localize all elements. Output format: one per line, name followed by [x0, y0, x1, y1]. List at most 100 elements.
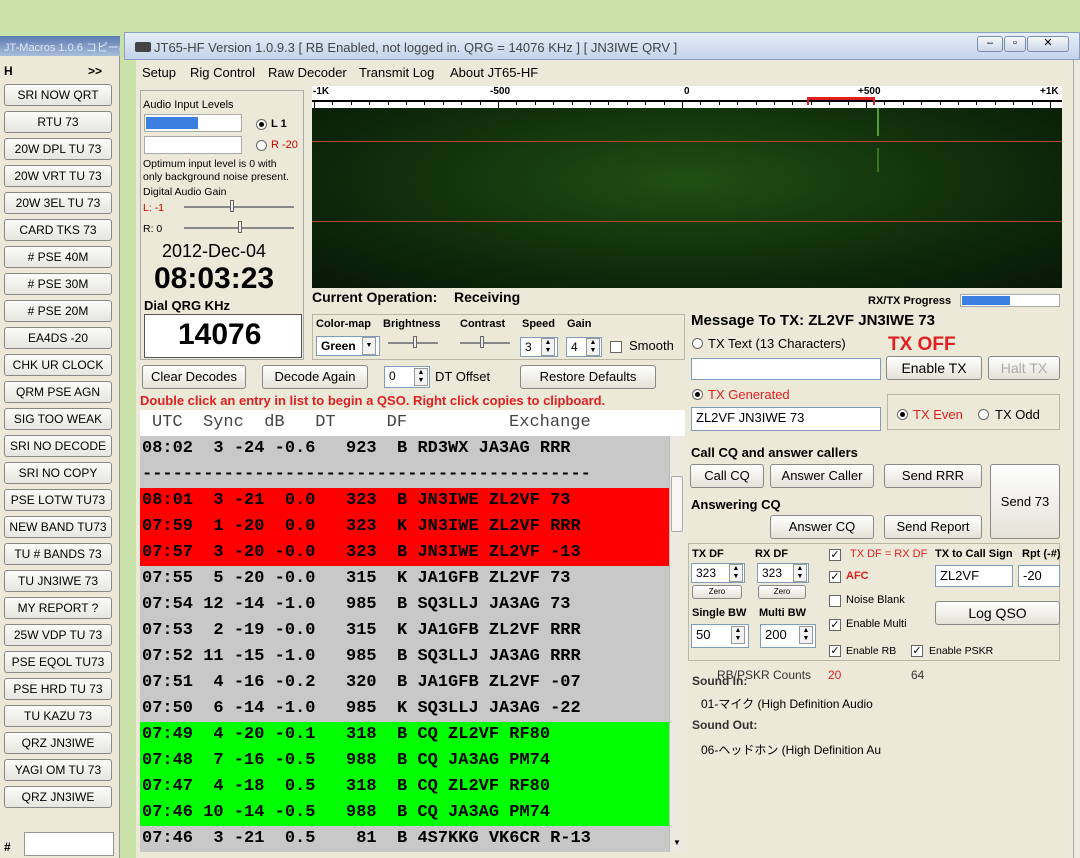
- decode-row[interactable]: ----------------------------------------…: [140, 462, 669, 488]
- macro-expand-button[interactable]: >>: [88, 64, 102, 78]
- rpt-input[interactable]: -20: [1018, 565, 1060, 587]
- smooth-checkbox[interactable]: [610, 341, 622, 353]
- answer-cq-button[interactable]: Answer CQ: [770, 515, 874, 539]
- noise-blank-checkbox[interactable]: [829, 595, 841, 607]
- decode-row[interactable]: 07:51 4 -16 -0.2 320 B JA1GFB ZL2VF -07: [140, 670, 669, 696]
- multi-bw-spinner[interactable]: ▲ ▼: [799, 626, 813, 644]
- macro-button[interactable]: 20W DPL TU 73: [4, 138, 112, 160]
- decode-row[interactable]: 07:46 3 -21 0.5 81 B 4S7KKG VK6CR R-13: [140, 826, 669, 852]
- macro-button[interactable]: SIG TOO WEAK: [4, 408, 112, 430]
- tx-text-radio[interactable]: [692, 338, 703, 349]
- macro-button[interactable]: QRM PSE AGN: [4, 381, 112, 403]
- minimize-button[interactable]: ‒: [977, 36, 1003, 52]
- decode-row[interactable]: 07:50 6 -14 -1.0 985 K SQ3LLJ JA3AG -22: [140, 696, 669, 722]
- contrast-slider[interactable]: [480, 336, 484, 348]
- dt-offset-spinner[interactable]: ▲ ▼: [414, 368, 428, 386]
- macro-button[interactable]: SRI NOW QRT: [4, 84, 112, 106]
- menu-about[interactable]: About JT65-HF: [450, 65, 538, 80]
- send-report-button[interactable]: Send Report: [884, 515, 982, 539]
- decode-row[interactable]: 07:46 10 -14 -0.5 988 B CQ JA3AG PM74: [140, 800, 669, 826]
- decode-row[interactable]: 07:47 4 -18 0.5 318 B CQ ZL2VF RF80: [140, 774, 669, 800]
- macro-button[interactable]: QRZ JN3IWE: [4, 786, 112, 808]
- macro-button[interactable]: PSE HRD TU 73: [4, 678, 112, 700]
- chevron-down-icon[interactable]: ▼: [362, 337, 376, 355]
- tx-df-zero-button[interactable]: Zero: [692, 585, 742, 599]
- decode-row[interactable]: 07:54 12 -14 -1.0 985 B SQ3LLJ JA3AG 73: [140, 592, 669, 618]
- answer-caller-button[interactable]: Answer Caller: [770, 464, 874, 488]
- macro-button[interactable]: NEW BAND TU73: [4, 516, 112, 538]
- call-sign-input[interactable]: ZL2VF: [935, 565, 1013, 587]
- call-cq-button[interactable]: Call CQ: [690, 464, 764, 488]
- macro-button[interactable]: TU JN3IWE 73: [4, 570, 112, 592]
- gain-r-slider[interactable]: [238, 221, 242, 233]
- afc-checkbox[interactable]: ✓: [829, 571, 841, 583]
- speed-spinner[interactable]: ▲ ▼: [541, 338, 555, 356]
- macro-button[interactable]: 25W VDP TU 73: [4, 624, 112, 646]
- gain-spinner[interactable]: ▲ ▼: [586, 338, 600, 356]
- menu-raw-decoder[interactable]: Raw Decoder: [268, 65, 347, 80]
- enable-pskr-checkbox[interactable]: ✓: [911, 645, 923, 657]
- macro-button[interactable]: TU KAZU 73: [4, 705, 112, 727]
- decode-row[interactable]: 07:49 4 -20 -0.1 318 B CQ ZL2VF RF80: [140, 722, 669, 748]
- tx-text-input[interactable]: [691, 358, 881, 380]
- menu-setup[interactable]: Setup: [142, 65, 176, 80]
- decode-row[interactable]: 07:48 7 -16 -0.5 988 B CQ JA3AG PM74: [140, 748, 669, 774]
- macro-bottom-input[interactable]: [24, 832, 114, 856]
- waterfall-display[interactable]: [312, 108, 1062, 288]
- log-qso-button[interactable]: Log QSO: [935, 601, 1060, 625]
- decode-row[interactable]: 08:01 3 -21 0.0 323 B JN3IWE ZL2VF 73: [140, 488, 669, 514]
- maximize-button[interactable]: ▫: [1004, 36, 1026, 52]
- menu-rig-control[interactable]: Rig Control: [190, 65, 255, 80]
- macro-button[interactable]: CARD TKS 73: [4, 219, 112, 241]
- macro-button[interactable]: YAGI OM TU 73: [4, 759, 112, 781]
- channel-l-radio[interactable]: [256, 119, 267, 130]
- decode-again-button[interactable]: Decode Again: [262, 365, 368, 389]
- macro-button[interactable]: EA4DS -20: [4, 327, 112, 349]
- tx-odd-radio[interactable]: [978, 409, 989, 420]
- macro-button[interactable]: # PSE 20M: [4, 300, 112, 322]
- enable-rb-checkbox[interactable]: ✓: [829, 645, 841, 657]
- decode-row[interactable]: 08:02 3 -24 -0.6 923 B RD3WX JA3AG RRR: [140, 436, 669, 462]
- macro-button[interactable]: SRI NO COPY: [4, 462, 112, 484]
- decode-row[interactable]: 07:59 1 -20 0.0 323 K JN3IWE ZL2VF RRR: [140, 514, 669, 540]
- tx-eq-rx-checkbox[interactable]: ✓: [829, 549, 841, 561]
- scrollbar-thumb[interactable]: [671, 476, 683, 532]
- tx-generated-input[interactable]: ZL2VF JN3IWE 73: [691, 407, 881, 431]
- macro-button[interactable]: # PSE 30M: [4, 273, 112, 295]
- enable-multi-checkbox[interactable]: ✓: [829, 619, 841, 631]
- gain-l-slider[interactable]: [230, 200, 234, 212]
- tx-even-radio[interactable]: [897, 409, 908, 420]
- tx-generated-radio[interactable]: [692, 389, 703, 400]
- decode-row[interactable]: 07:55 5 -20 -0.0 315 K JA1GFB ZL2VF 73: [140, 566, 669, 592]
- scroll-down-icon[interactable]: ▼: [673, 838, 681, 847]
- send-rrr-button[interactable]: Send RRR: [884, 464, 982, 488]
- macro-button[interactable]: 20W VRT TU 73: [4, 165, 112, 187]
- macro-button[interactable]: RTU 73: [4, 111, 112, 133]
- channel-r-radio[interactable]: [256, 140, 267, 151]
- menu-transmit-log[interactable]: Transmit Log: [359, 65, 434, 80]
- decode-row[interactable]: 07:53 2 -19 -0.0 315 K JA1GFB ZL2VF RRR: [140, 618, 669, 644]
- decode-list[interactable]: 08:02 3 -24 -0.6 923 B RD3WX JA3AG RRR --…: [140, 436, 669, 852]
- single-bw-spinner[interactable]: ▲ ▼: [731, 626, 745, 644]
- macro-button[interactable]: # PSE 40M: [4, 246, 112, 268]
- send-73-button[interactable]: Send 73: [990, 464, 1060, 539]
- decode-row[interactable]: 07:57 3 -20 -0.0 323 B JN3IWE ZL2VF -13: [140, 540, 669, 566]
- macro-button[interactable]: 20W 3EL TU 73: [4, 192, 112, 214]
- close-button[interactable]: ✕: [1027, 36, 1069, 52]
- tx-df-spinner[interactable]: ▲ ▼: [729, 564, 743, 582]
- macro-button[interactable]: QRZ JN3IWE: [4, 732, 112, 754]
- brightness-slider[interactable]: [413, 336, 417, 348]
- macro-button[interactable]: PSE LOTW TU73: [4, 489, 112, 511]
- macro-button[interactable]: PSE EQOL TU73: [4, 651, 112, 673]
- rx-df-zero-button[interactable]: Zero: [758, 585, 806, 599]
- clear-decodes-button[interactable]: Clear Decodes: [142, 365, 246, 389]
- macro-button[interactable]: MY REPORT ?: [4, 597, 112, 619]
- macro-button[interactable]: CHK UR CLOCK: [4, 354, 112, 376]
- halt-tx-button[interactable]: Halt TX: [988, 356, 1060, 380]
- macro-button[interactable]: TU # BANDS 73: [4, 543, 112, 565]
- enable-tx-button[interactable]: Enable TX: [886, 356, 982, 380]
- decode-row[interactable]: 07:52 11 -15 -1.0 985 B SQ3LLJ JA3AG RRR: [140, 644, 669, 670]
- macro-button[interactable]: SRI NO DECODE: [4, 435, 112, 457]
- rx-df-spinner[interactable]: ▲ ▼: [793, 564, 807, 582]
- restore-defaults-button[interactable]: Restore Defaults: [520, 365, 656, 389]
